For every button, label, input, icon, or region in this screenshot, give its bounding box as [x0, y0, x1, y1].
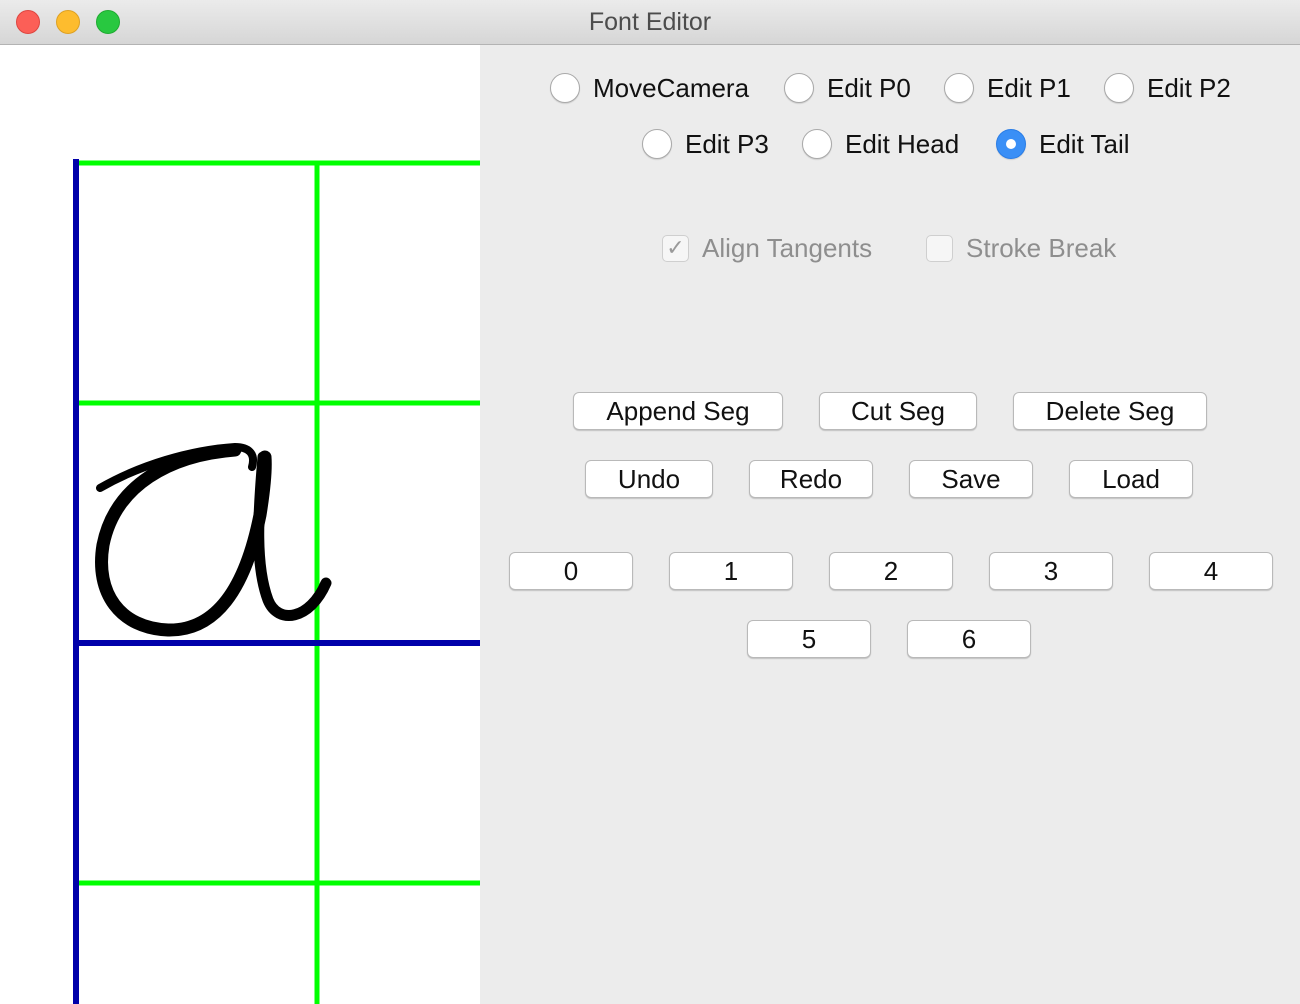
checkbox-empty-icon[interactable] — [926, 234, 953, 262]
radio-edit-p1[interactable]: Edit P1 — [944, 70, 1071, 106]
radio-button-icon[interactable] — [784, 73, 814, 103]
number-button-3[interactable]: 3 — [989, 552, 1113, 590]
controls-panel: MoveCamera Edit P0 Edit P1 Edit P2 Edit … — [480, 45, 1300, 1004]
number-button-0[interactable]: 0 — [509, 552, 633, 590]
radio-label: Edit P0 — [827, 72, 911, 103]
checkbox-label: Align Tangents — [702, 232, 873, 263]
radio-label: Edit P3 — [685, 128, 769, 159]
number-button-5[interactable]: 5 — [747, 620, 871, 658]
number-button-1[interactable]: 1 — [669, 552, 793, 590]
number-button-4[interactable]: 4 — [1149, 552, 1273, 590]
delete-seg-button[interactable]: Delete Seg — [1013, 392, 1207, 430]
radio-button-icon[interactable] — [802, 129, 832, 159]
append-seg-button[interactable]: Append Seg — [573, 392, 783, 430]
radio-button-icon[interactable] — [550, 73, 580, 103]
radio-edit-p2[interactable]: Edit P2 — [1104, 70, 1231, 106]
radio-button-icon[interactable] — [944, 73, 974, 103]
title-bar: Font Editor — [0, 0, 1300, 45]
radio-label: Edit P2 — [1147, 72, 1231, 103]
number-button-6[interactable]: 6 — [907, 620, 1031, 658]
radio-edit-head[interactable]: Edit Head — [802, 126, 959, 162]
glyph-canvas-svg[interactable] — [0, 45, 480, 1004]
checkbox-label: Stroke Break — [966, 232, 1117, 263]
redo-button[interactable]: Redo — [749, 460, 873, 498]
cut-seg-button[interactable]: Cut Seg — [819, 392, 977, 430]
cursive-letter-a-glyph — [95, 443, 332, 637]
radio-edit-p0[interactable]: Edit P0 — [784, 70, 911, 106]
glyph-canvas[interactable] — [0, 45, 480, 1004]
checkbox-stroke-break[interactable]: Stroke Break — [926, 231, 1116, 265]
load-button[interactable]: Load — [1069, 460, 1193, 498]
radio-edit-p3[interactable]: Edit P3 — [642, 126, 769, 162]
radio-label: Edit Head — [845, 128, 960, 159]
radio-move-camera[interactable]: MoveCamera — [550, 70, 749, 106]
undo-button[interactable]: Undo — [585, 460, 713, 498]
checkmark-icon[interactable]: ✓ — [662, 234, 689, 262]
radio-button-selected-icon[interactable] — [996, 129, 1026, 159]
radio-label: MoveCamera — [593, 72, 750, 103]
radio-edit-tail[interactable]: Edit Tail — [996, 126, 1130, 162]
save-button[interactable]: Save — [909, 460, 1033, 498]
radio-label: Edit P1 — [987, 72, 1071, 103]
number-button-2[interactable]: 2 — [829, 552, 953, 590]
radio-button-icon[interactable] — [1104, 73, 1134, 103]
radio-button-icon[interactable] — [642, 129, 672, 159]
radio-label: Edit Tail — [1039, 128, 1130, 159]
window-title: Font Editor — [588, 8, 712, 36]
checkbox-align-tangents[interactable]: ✓ Align Tangents — [662, 231, 872, 265]
